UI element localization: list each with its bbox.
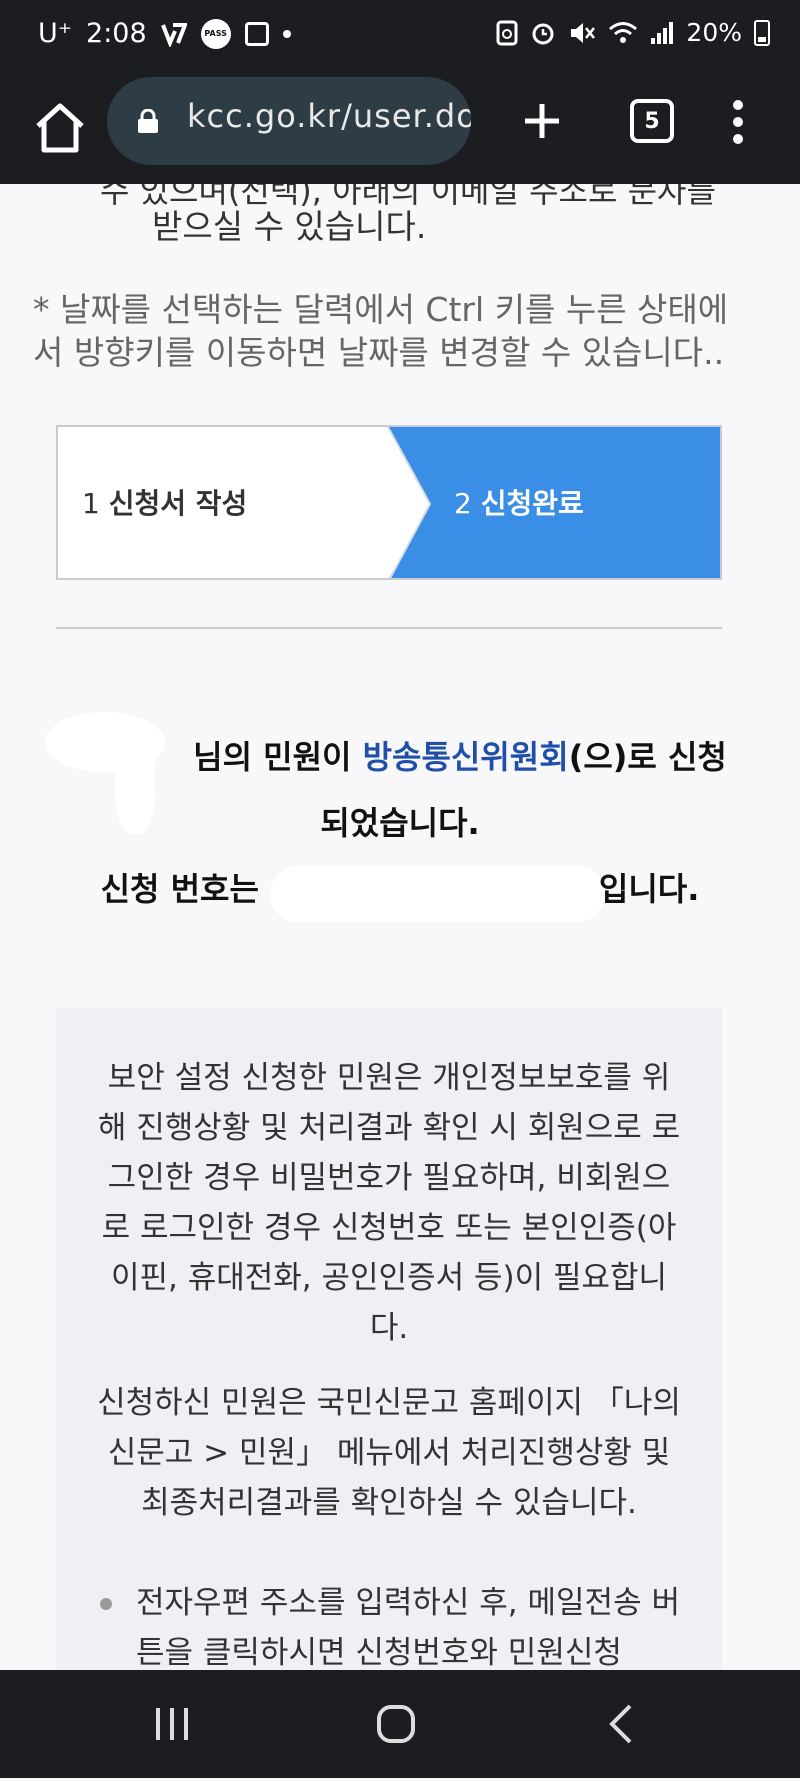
back-arrow-icon (609, 1704, 632, 1744)
sync-icon (496, 20, 518, 46)
v-app-icon (160, 21, 187, 47)
security-info-paragraph: 보안 설정 신청한 민원은 개인정보보호를 위해 진행상황 및 처리결과 확인 … (97, 1060, 681, 1346)
recent-apps-button[interactable] (112, 1670, 232, 1778)
address-bar[interactable]: kcc.go.kr/user.do (107, 77, 471, 165)
new-tab-button[interactable] (522, 101, 562, 141)
mute-icon (568, 20, 596, 46)
home-nav-button[interactable] (336, 1670, 456, 1778)
inquiry-info-paragraph: 신청하신 민원은 국민신문고 홈페이지 「나의 신문고 > 민원」 메뉴에서 처… (97, 1385, 681, 1521)
result-message-line-1: 님의 민원이 방송통신위원회(으)로 신청 (193, 738, 727, 776)
step-1-write-application: 1 신청서 작성 (82, 487, 248, 520)
carrier-label: U⁺ (38, 18, 73, 49)
system-navigation-bar (0, 1670, 800, 1778)
organization-name: 방송통신위원회 (362, 738, 569, 776)
battery-percent: 20% (686, 18, 742, 47)
step-2-complete: 2 신청완료 (454, 487, 584, 520)
more-notifications-icon (282, 29, 291, 38)
bullet-icon (100, 1598, 112, 1610)
home-button[interactable] (30, 98, 90, 158)
url-text: kcc.go.kr/user.do (187, 97, 471, 135)
plus-icon (525, 104, 559, 138)
more-vert-icon (733, 100, 743, 144)
home-circle-icon (377, 1705, 415, 1743)
email-bullet-item: 전자우편 주소를 입력하신 후, 메일전송 버튼을 클릭하시면 신청번호와 민원… (100, 1578, 690, 1670)
calendar-note: * 날짜를 선택하는 달력에서 Ctrl 키를 누른 상태에서 방향키를 이동하… (33, 290, 729, 372)
notice-line: 받으실 수 있습니다. (152, 207, 427, 246)
wifi-icon (608, 20, 638, 46)
back-button[interactable] (560, 1670, 680, 1778)
home-icon (36, 103, 84, 153)
pass-app-icon: PASS (200, 18, 231, 49)
gallery-icon (244, 21, 269, 46)
recent-apps-icon (156, 1708, 188, 1740)
status-bar: U⁺ 2:08 PASS 20% (0, 0, 800, 72)
info-box: 보안 설정 신청한 민원은 개인정보보호를 위해 진행상황 및 처리결과 확인 … (56, 1008, 722, 1670)
alarm-icon (530, 20, 556, 46)
application-number-line: 신청 번호는 입니다. (100, 870, 700, 908)
progress-steps: 1 신청서 작성 2 신청완료 (56, 425, 722, 580)
clock: 2:08 (86, 18, 147, 49)
signal-icon (650, 20, 674, 46)
browser-menu-button[interactable] (730, 99, 746, 145)
page-content: 수 있으며(선택), 아래의 이메일 주소로 문자를 받으실 수 있습니다. *… (0, 184, 800, 1670)
browser-toolbar: kcc.go.kr/user.do 5 (0, 72, 800, 184)
divider (56, 627, 722, 629)
lock-icon (138, 109, 158, 133)
battery-icon (754, 19, 770, 46)
tab-switcher-button[interactable]: 5 (630, 99, 674, 143)
result-message-line-2: 되었습니다. (320, 804, 480, 842)
